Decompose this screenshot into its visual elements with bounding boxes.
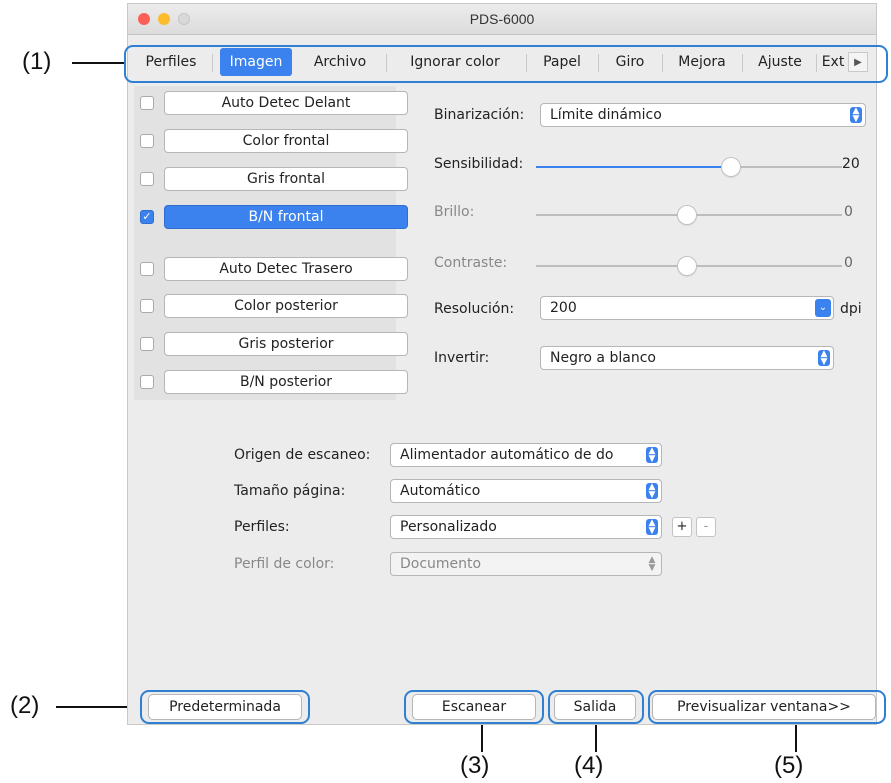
perfil-color-select[interactable]: Documento ▲ ▼ [390,552,662,576]
contraste-slider-thumb[interactable] [678,257,696,275]
auto-detec-delant-button[interactable]: Auto Detec Delant [164,91,408,115]
callout-3: (3) [460,752,490,779]
checkbox-auto-detec-delant[interactable] [140,96,154,110]
color-frontal-button[interactable]: Color frontal [164,129,408,153]
callout-4-line [595,722,597,752]
callout-5-line [795,722,797,752]
origen-select[interactable]: Alimentador automático de do ▲ ▼ [390,443,662,467]
bn-posterior-button[interactable]: B/N posterior [164,370,408,394]
callout-3-line [481,722,483,752]
auto-detec-trasero-button[interactable]: Auto Detec Trasero [164,257,408,281]
callout-4: (4) [574,752,604,779]
invertir-label: Invertir: [434,350,490,366]
tamano-stepper-icon: ▲ ▼ [646,483,658,500]
brillo-label: Brillo: [434,204,475,220]
perfil-color-stepper-icon: ▲ ▼ [648,555,656,573]
callout-5: (5) [774,752,804,779]
window-title: PDS-6000 [469,11,535,27]
contraste-label: Contraste: [434,255,508,271]
perfil-color-label: Perfil de color: [234,556,335,572]
remove-profile-button[interactable]: - [696,517,716,537]
scanner-window: PDS-6000 Perfiles Imagen Archivo Ignorar… [128,4,876,724]
exit-button-highlight [548,690,644,724]
tamano-select[interactable]: Automático ▲ ▼ [390,479,662,503]
gris-frontal-button[interactable]: Gris frontal [164,167,408,191]
sensibilidad-slider-track[interactable] [536,166,842,168]
origen-value: Alimentador automático de do [400,447,614,463]
checkbox-bn-posterior[interactable] [140,375,154,389]
origen-stepper-icon: ▲ ▼ [646,447,658,464]
perfiles-stepper-icon: ▲ ▼ [646,519,658,536]
resolucion-select[interactable]: 200 ⌄ [540,296,834,320]
perfiles-label: Perfiles: [234,519,290,535]
tamano-label: Tamaño página: [234,483,346,499]
binarizacion-stepper-icon: ▲ ▼ [850,107,862,124]
callout-1: (1) [22,48,52,75]
resolucion-value: 200 [550,300,577,316]
origen-label: Origen de escaneo: [234,447,371,463]
image-side-panel: Auto Detec Delant Color frontal Gris fro… [134,86,408,400]
callout-1-line [72,62,124,64]
checkbox-color-frontal[interactable] [140,134,154,148]
resolucion-label: Resolución: [434,301,515,317]
tab-bar-highlight [124,45,888,83]
scan-button-highlight [404,690,544,724]
checkbox-gris-frontal[interactable] [140,172,154,186]
invertir-value: Negro a blanco [550,350,656,366]
checkbox-auto-detec-trasero[interactable] [140,262,154,276]
contraste-value: 0 [844,255,853,271]
sensibilidad-label: Sensibilidad: [434,156,524,172]
binarizacion-label: Binarización: [434,107,525,123]
brillo-slider-thumb[interactable] [678,206,696,224]
invertir-select[interactable]: Negro a blanco ▲ ▼ [540,346,834,370]
sensibilidad-slider-thumb[interactable] [722,158,740,176]
checkbox-bn-frontal[interactable]: ✓ [140,210,154,224]
perfiles-select[interactable]: Personalizado ▲ ▼ [390,515,662,539]
bn-frontal-button[interactable]: B/N frontal [164,205,408,229]
checkbox-color-posterior[interactable] [140,299,154,313]
default-button-highlight [140,690,310,724]
perfiles-value: Personalizado [400,519,497,535]
title-bar: PDS-6000 [128,4,876,35]
gris-posterior-button[interactable]: Gris posterior [164,332,408,356]
color-posterior-button[interactable]: Color posterior [164,294,408,318]
binarizacion-select[interactable]: Límite dinámico ▲ ▼ [540,103,866,127]
tamano-value: Automático [400,483,481,499]
checkbox-gris-posterior[interactable] [140,337,154,351]
binarizacion-value: Límite dinámico [550,107,662,123]
add-profile-button[interactable]: + [672,517,692,537]
callout-2: (2) [10,692,40,719]
brillo-value: 0 [844,204,853,220]
perfil-color-value: Documento [400,556,482,572]
preview-button-highlight [648,690,886,724]
invertir-stepper-icon: ▲ ▼ [818,350,830,367]
resolucion-unit: dpi [840,301,862,317]
sensibilidad-value: 20 [842,156,860,172]
chevron-down-icon: ⌄ [815,299,831,317]
